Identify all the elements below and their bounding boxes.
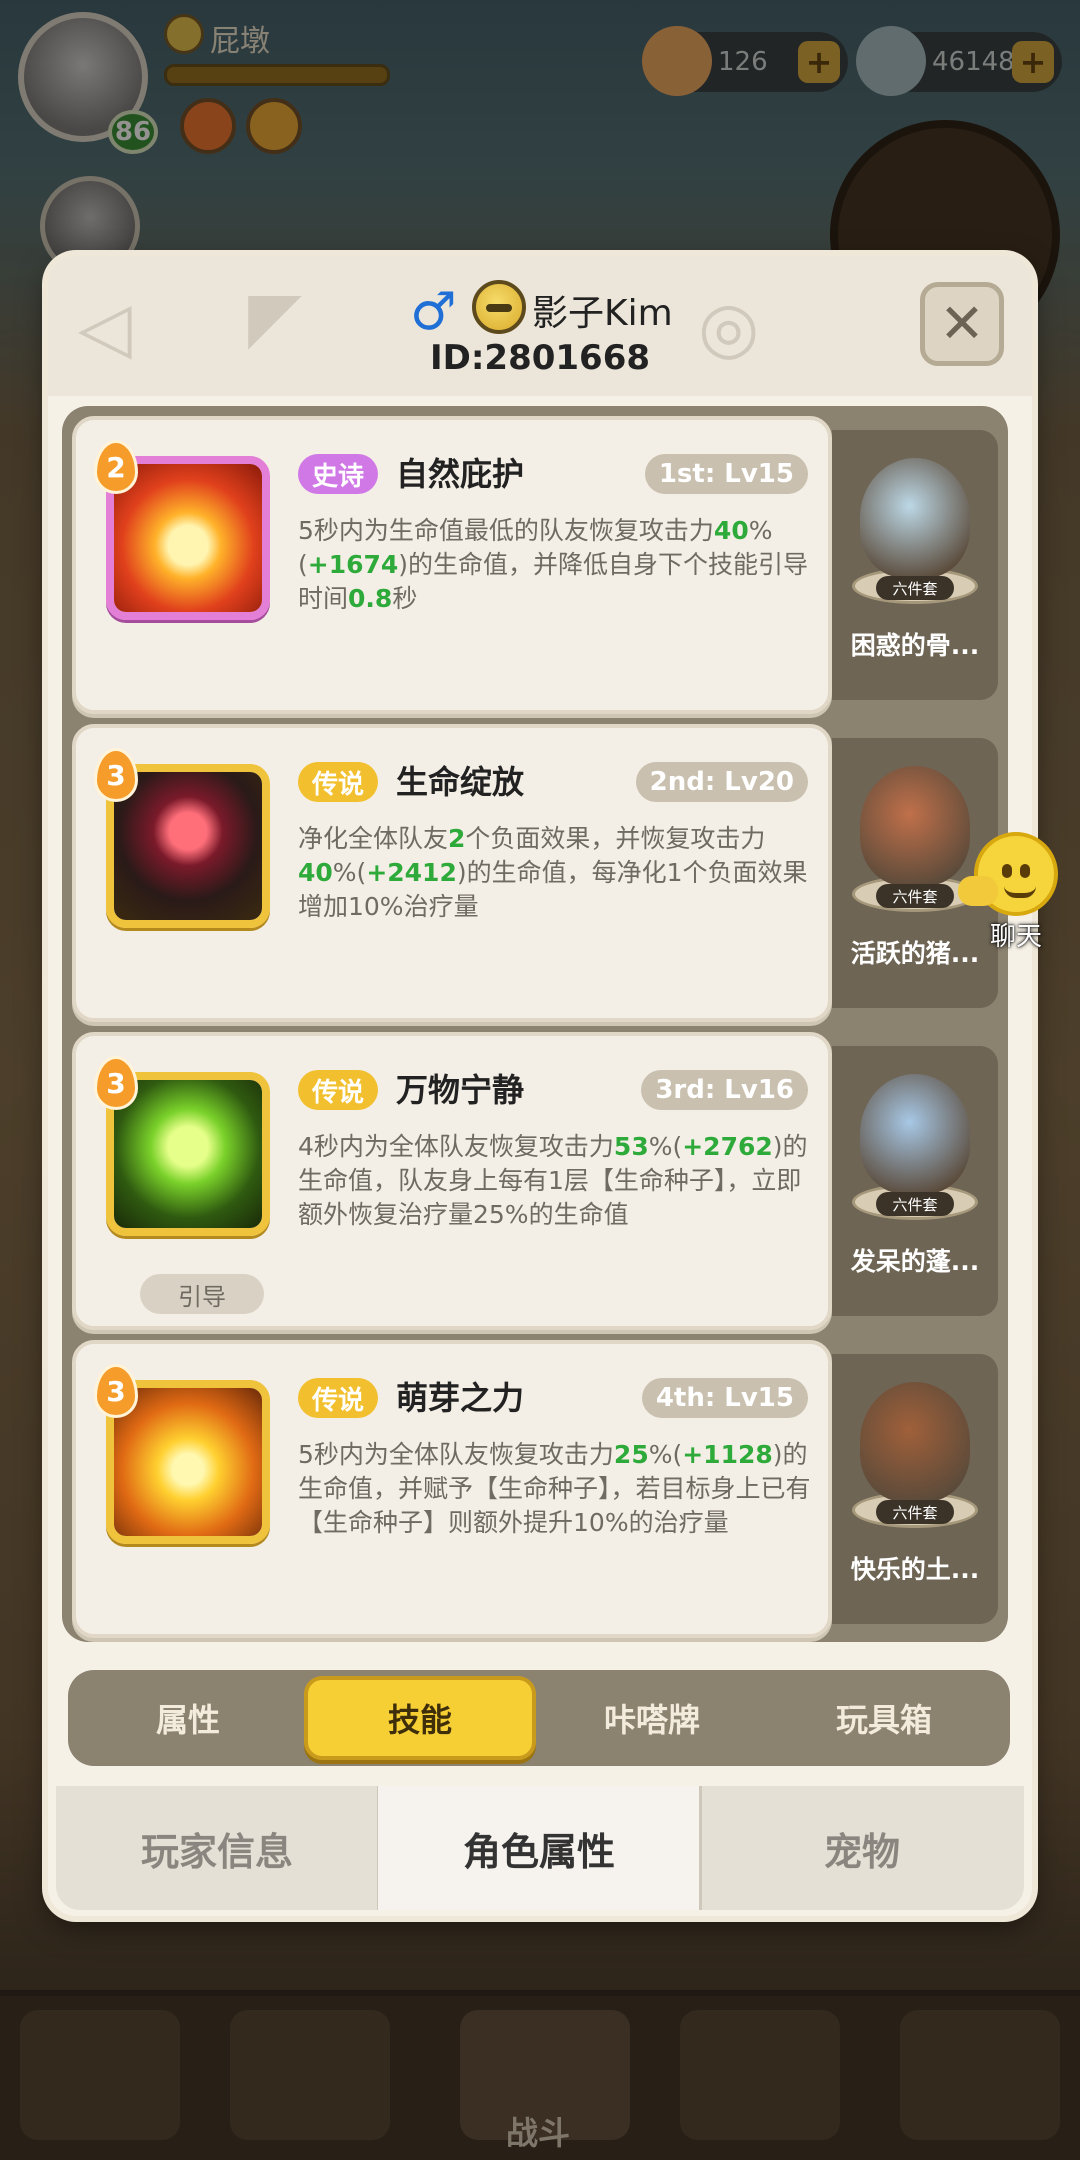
skill-description: 净化全体队友2个负面效果，并恢复攻击力40%(+2412)的生命值，每净化1个负… <box>298 822 818 924</box>
skill-cost-badge: 2 <box>94 440 138 494</box>
chat-button[interactable]: 聊天 <box>958 832 1064 953</box>
pet-name: 困惑的骨... <box>850 631 980 660</box>
pet-set-badge: 六件套 <box>876 884 954 908</box>
skill-name: 自然庇护 <box>396 455 525 493</box>
main-tab-1[interactable]: 角色属性 <box>378 1786 700 1910</box>
pet-figure-icon <box>860 1074 970 1194</box>
highlight-value: 0.8 <box>348 584 393 613</box>
sub-tab-bar: 属性 技能 咔嗒牌 玩具箱 <box>68 1670 1010 1766</box>
skill-description: 5秒内为全体队友恢复攻击力25%(+1128)的生命值，并赋予【生命种子】，若目… <box>298 1438 818 1540</box>
skill-art <box>114 1388 262 1536</box>
subtab-0[interactable]: 属性 <box>72 1676 304 1760</box>
description-text: %( <box>332 858 367 887</box>
skill-name: 生命绽放 <box>396 763 525 801</box>
rarity-badge: 传说 <box>298 1070 379 1110</box>
highlight-value: +2412 <box>366 858 457 887</box>
chat-dots-icon <box>958 876 998 906</box>
description-text: 秒 <box>392 584 418 613</box>
skill-slot-level: 4th: Lv15 <box>641 1378 808 1418</box>
description-text: 4秒内为全体队友恢复攻击力 <box>298 1132 614 1161</box>
skill-art <box>114 772 262 920</box>
pet-figure-icon <box>860 766 970 886</box>
pet-name: 发呆的蓬... <box>850 1247 980 1276</box>
description-text: %( <box>648 1440 683 1469</box>
rarity-badge: 史诗 <box>298 454 379 494</box>
pet-set-badge: 六件套 <box>876 1500 954 1524</box>
description-text: %( <box>648 1132 683 1161</box>
skill-description: 5秒内为生命值最低的队友恢复攻击力40%(+1674)的生命值，并降低自身下个技… <box>298 514 818 616</box>
main-tab-2[interactable]: 宠物 <box>700 1786 1024 1910</box>
highlight-value: 2 <box>448 824 466 853</box>
chat-label: 聊天 <box>989 922 1042 952</box>
skill-card[interactable]: 3 传说 万物宁静 3rd: Lv16 4秒内为全体队友恢复攻击力53%(+2762)的… <box>72 1032 832 1330</box>
player-info-dialog: ◁ ◤ ◎ ♂ 影子Kim ID:2801668 ✕ 2 史诗 自然庇护 1st: L… <box>48 256 1032 1916</box>
skill-card[interactable]: 3 传说 生命绽放 2nd: Lv20 净化全体队友2个负面效果，并恢复攻击力 40%(+… <box>72 724 832 1022</box>
skill-row: 3 传说 万物宁静 3rd: Lv16 4秒内为全体队友恢复攻击力53%(+2762)的… <box>62 1032 1008 1330</box>
subtab-3[interactable]: 玩具箱 <box>768 1676 1000 1760</box>
main-tab-bar: 玩家信息 角色属性 宠物 <box>56 1786 1024 1910</box>
pet-figure-icon <box>860 1382 970 1502</box>
main-tab-0[interactable]: 玩家信息 <box>56 1786 378 1910</box>
skill-cost-badge: 3 <box>94 748 138 802</box>
pet-name: 快乐的土... <box>850 1555 980 1584</box>
skill-slot-level: 3rd: Lv16 <box>641 1070 808 1110</box>
channel-tag: 引导 <box>140 1274 264 1314</box>
description-text: 个负面效果，并恢复攻击力 <box>465 824 766 853</box>
pet-slot[interactable]: 六件套发呆的蓬... <box>832 1046 998 1316</box>
highlight-value: 40 <box>713 516 749 545</box>
skill-slot-level: 1st: Lv15 <box>644 454 808 494</box>
skill-description: 4秒内为全体队友恢复攻击力53%(+2762)的生命值，队友身上每有1层【生命种… <box>298 1130 818 1232</box>
skill-row: 2 史诗 自然庇护 1st: Lv15 5秒内为生命值最低的队友恢复攻击力40%(+16… <box>62 416 1008 714</box>
skill-name: 万物宁静 <box>396 1071 525 1109</box>
pet-set-badge: 六件套 <box>876 576 954 600</box>
pet-slot[interactable]: 六件套快乐的土... <box>832 1354 998 1624</box>
highlight-value: 25 <box>613 1440 649 1469</box>
highlight-value: +2762 <box>682 1132 773 1161</box>
description-text: 5秒内为全体队友恢复攻击力 <box>298 1440 614 1469</box>
highlight-value: 40 <box>298 858 333 887</box>
skill-name: 萌芽之力 <box>396 1379 525 1417</box>
skill-row: 3 传说 生命绽放 2nd: Lv20 净化全体队友2个负面效果，并恢复攻击力 40%(+… <box>62 724 1008 1022</box>
pet-set-badge: 六件套 <box>876 1192 954 1216</box>
skill-art <box>114 464 262 612</box>
skill-list: 2 史诗 自然庇护 1st: Lv15 5秒内为生命值最低的队友恢复攻击力40%(+16… <box>62 406 1008 1642</box>
description-text: 净化全体队友 <box>298 824 449 853</box>
rarity-badge: 传说 <box>298 1378 379 1418</box>
subtab-1[interactable]: 技能 <box>304 1676 536 1760</box>
close-button[interactable]: ✕ <box>920 282 1004 366</box>
skill-card[interactable]: 2 史诗 自然庇护 1st: Lv15 5秒内为生命值最低的队友恢复攻击力40%(+16… <box>72 416 832 714</box>
highlight-value: +1674 <box>307 550 399 579</box>
highlight-value: 53 <box>613 1132 649 1161</box>
subtab-2[interactable]: 咔嗒牌 <box>536 1676 768 1760</box>
skill-cost-badge: 3 <box>94 1364 138 1418</box>
rarity-badge: 传说 <box>298 762 379 802</box>
description-text: 5秒内为生命值最低的队友恢复攻击力 <box>298 516 714 545</box>
player-title-icon <box>472 280 526 334</box>
skill-slot-level: 2nd: Lv20 <box>635 762 808 802</box>
pet-slot[interactable]: 六件套困惑的骨... <box>832 430 998 700</box>
highlight-value: +1128 <box>682 1440 773 1469</box>
skill-row: 3 传说 萌芽之力 4th: Lv15 5秒内为全体队友恢复攻击力25%(+1128)的… <box>62 1340 1008 1638</box>
male-gender-icon: ♂ <box>410 282 457 342</box>
dialog-player-name: 影子Kim <box>532 293 673 334</box>
skill-cost-badge: 3 <box>94 1056 138 1110</box>
skill-art <box>114 1080 262 1228</box>
smiley-icon <box>958 832 1058 916</box>
dialog-header: ◁ ◤ ◎ ♂ 影子Kim ID:2801668 <box>48 256 1032 396</box>
skill-card[interactable]: 3 传说 萌芽之力 4th: Lv15 5秒内为全体队友恢复攻击力25%(+1128)的… <box>72 1340 832 1638</box>
pet-figure-icon <box>860 458 970 578</box>
player-id: ID:2801668 <box>429 338 651 378</box>
